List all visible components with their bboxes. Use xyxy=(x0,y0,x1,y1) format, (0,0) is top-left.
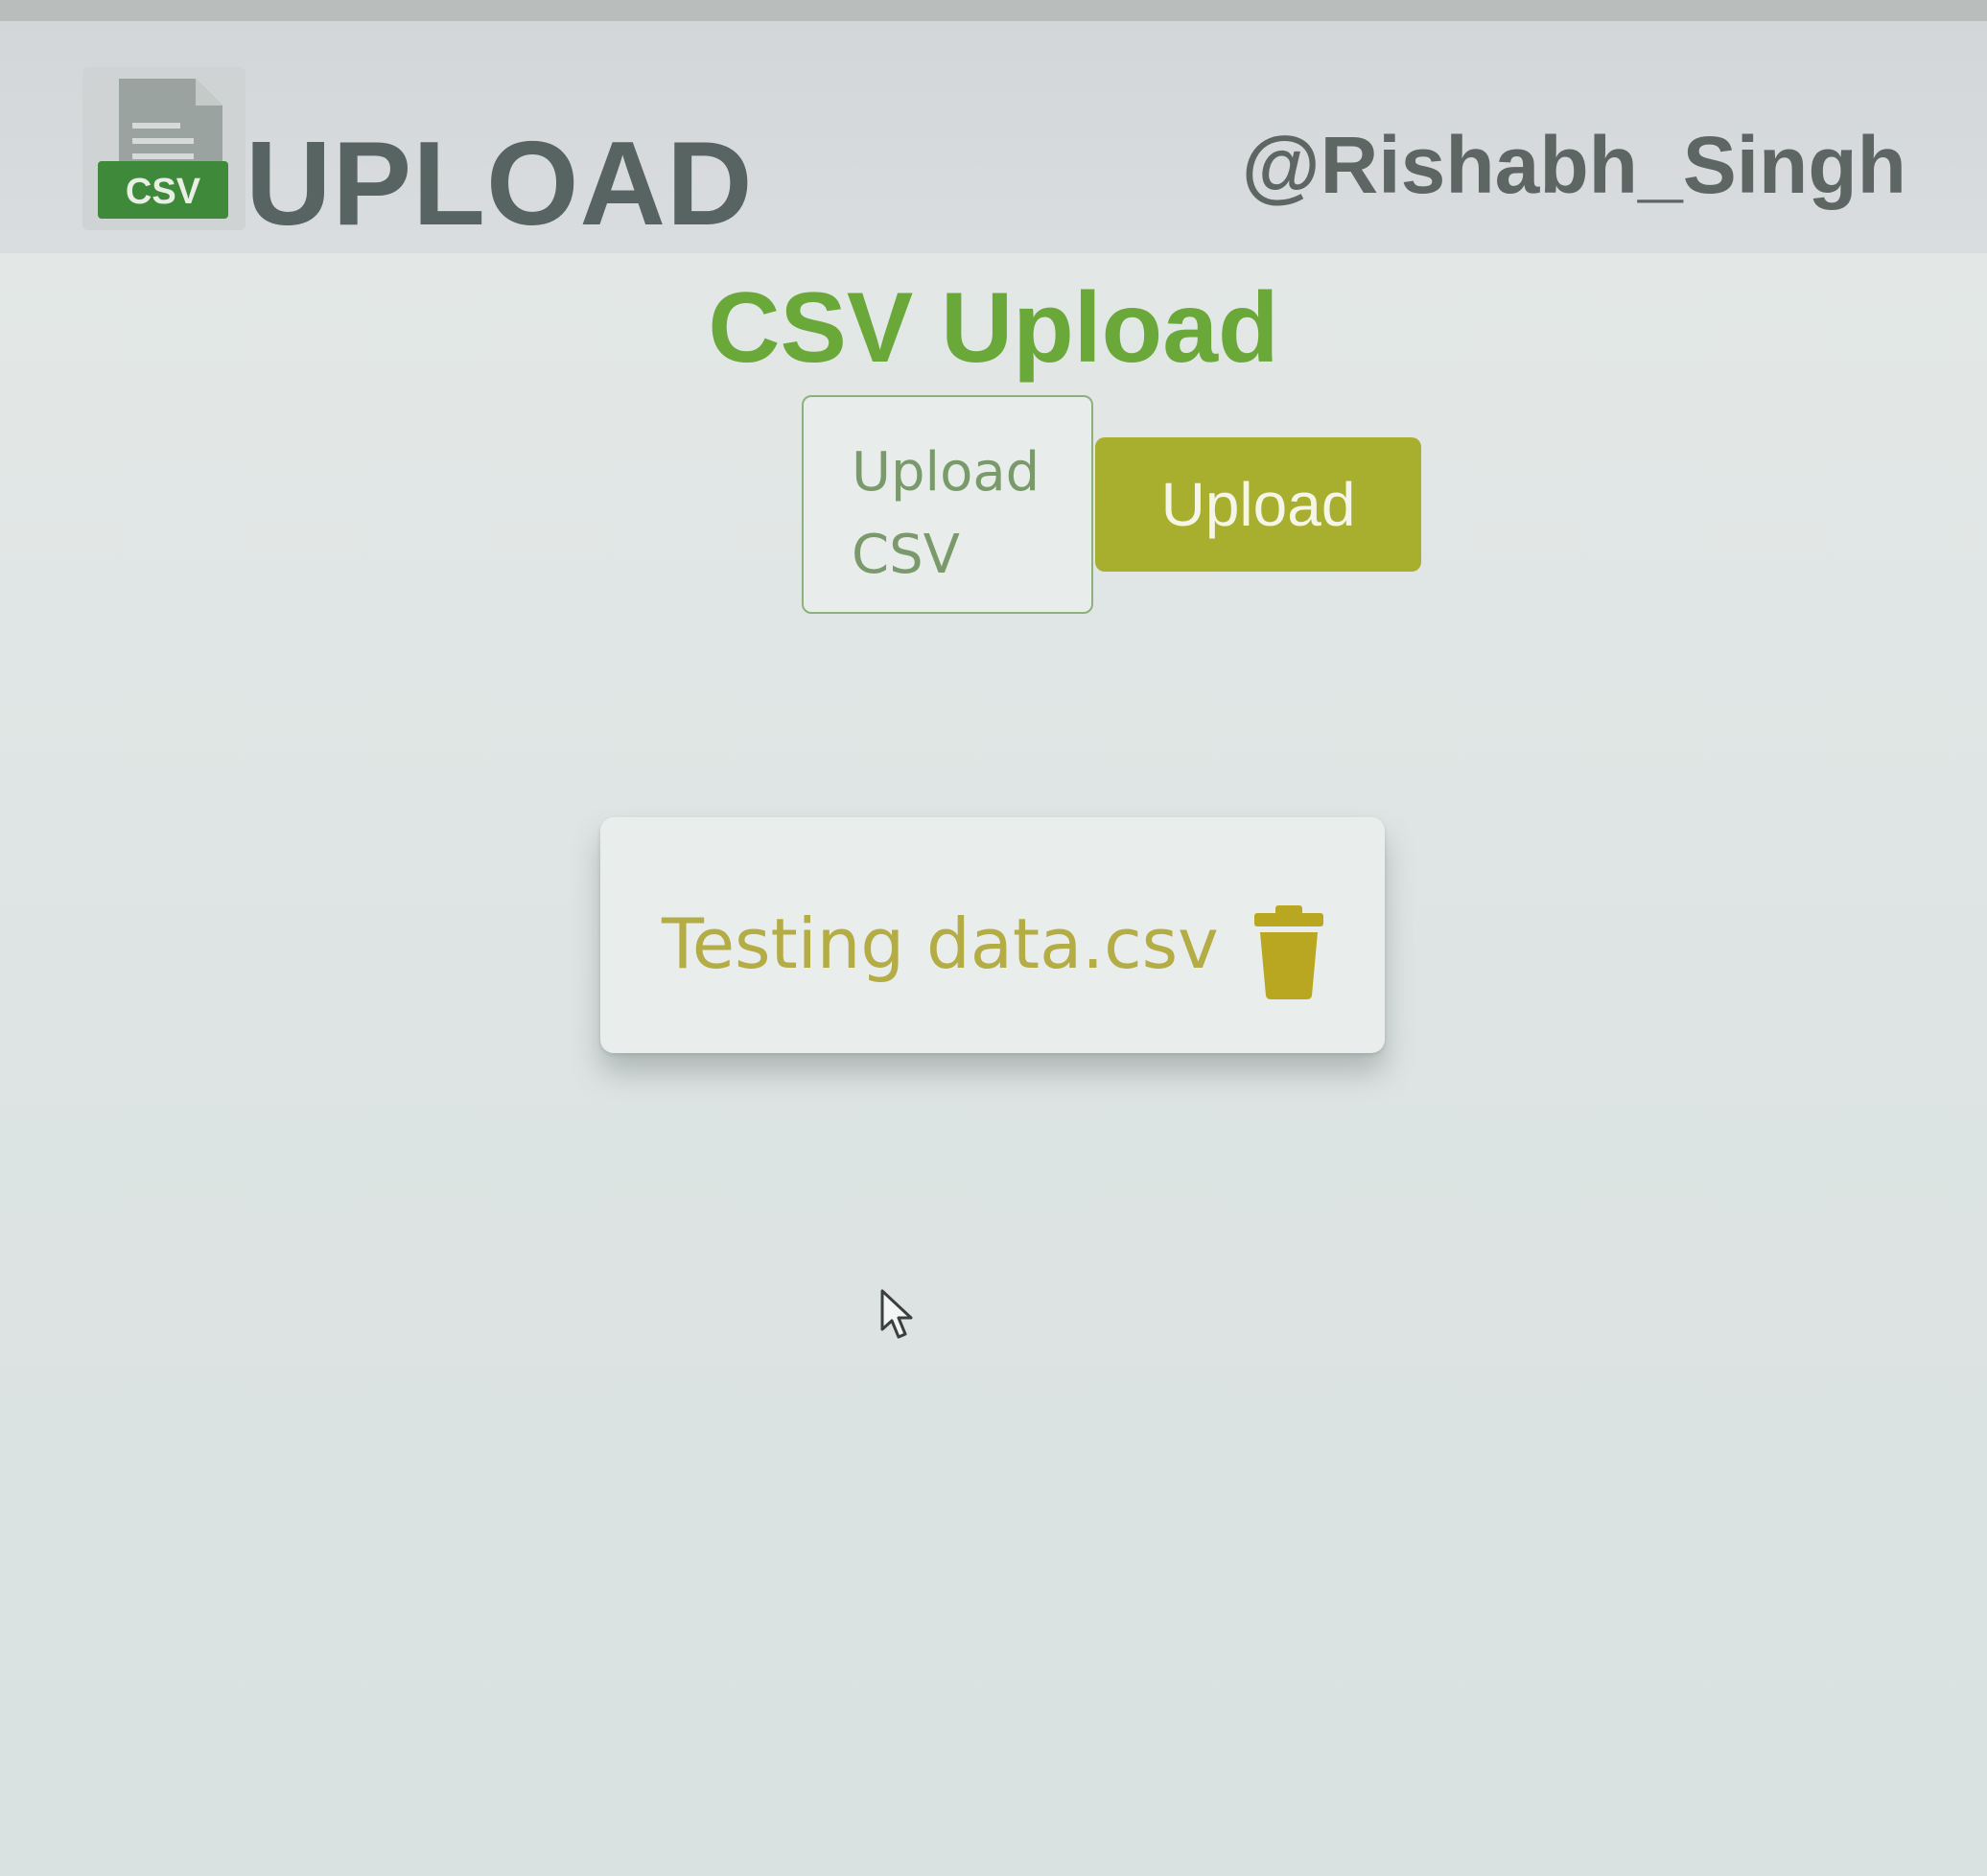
mouse-pointer-icon xyxy=(880,1289,913,1339)
uploaded-file-card: Testing data.csv xyxy=(600,817,1385,1053)
file-input-label: Upload CSV xyxy=(852,441,1040,586)
file-input-upload-csv[interactable]: Upload CSV xyxy=(802,395,1093,614)
username-handle: @Rishabh_Singh xyxy=(1241,120,1906,210)
logo-badge-text: CSV xyxy=(126,172,201,212)
app-header: CSV UPLOAD @Rishabh_Singh xyxy=(0,21,1987,253)
window-top-edge xyxy=(0,0,1987,21)
page-title: CSV Upload xyxy=(708,272,1279,384)
upload-button[interactable]: Upload xyxy=(1095,437,1421,572)
app-window: CSV UPLOAD @Rishabh_Singh CSV Upload Upl… xyxy=(0,0,1987,1876)
csv-file-logo-icon: CSV xyxy=(82,67,245,230)
trash-icon[interactable] xyxy=(1254,905,1323,999)
brand-title: UPLOAD xyxy=(245,118,754,250)
file-name: Testing data.csv xyxy=(662,903,1219,984)
